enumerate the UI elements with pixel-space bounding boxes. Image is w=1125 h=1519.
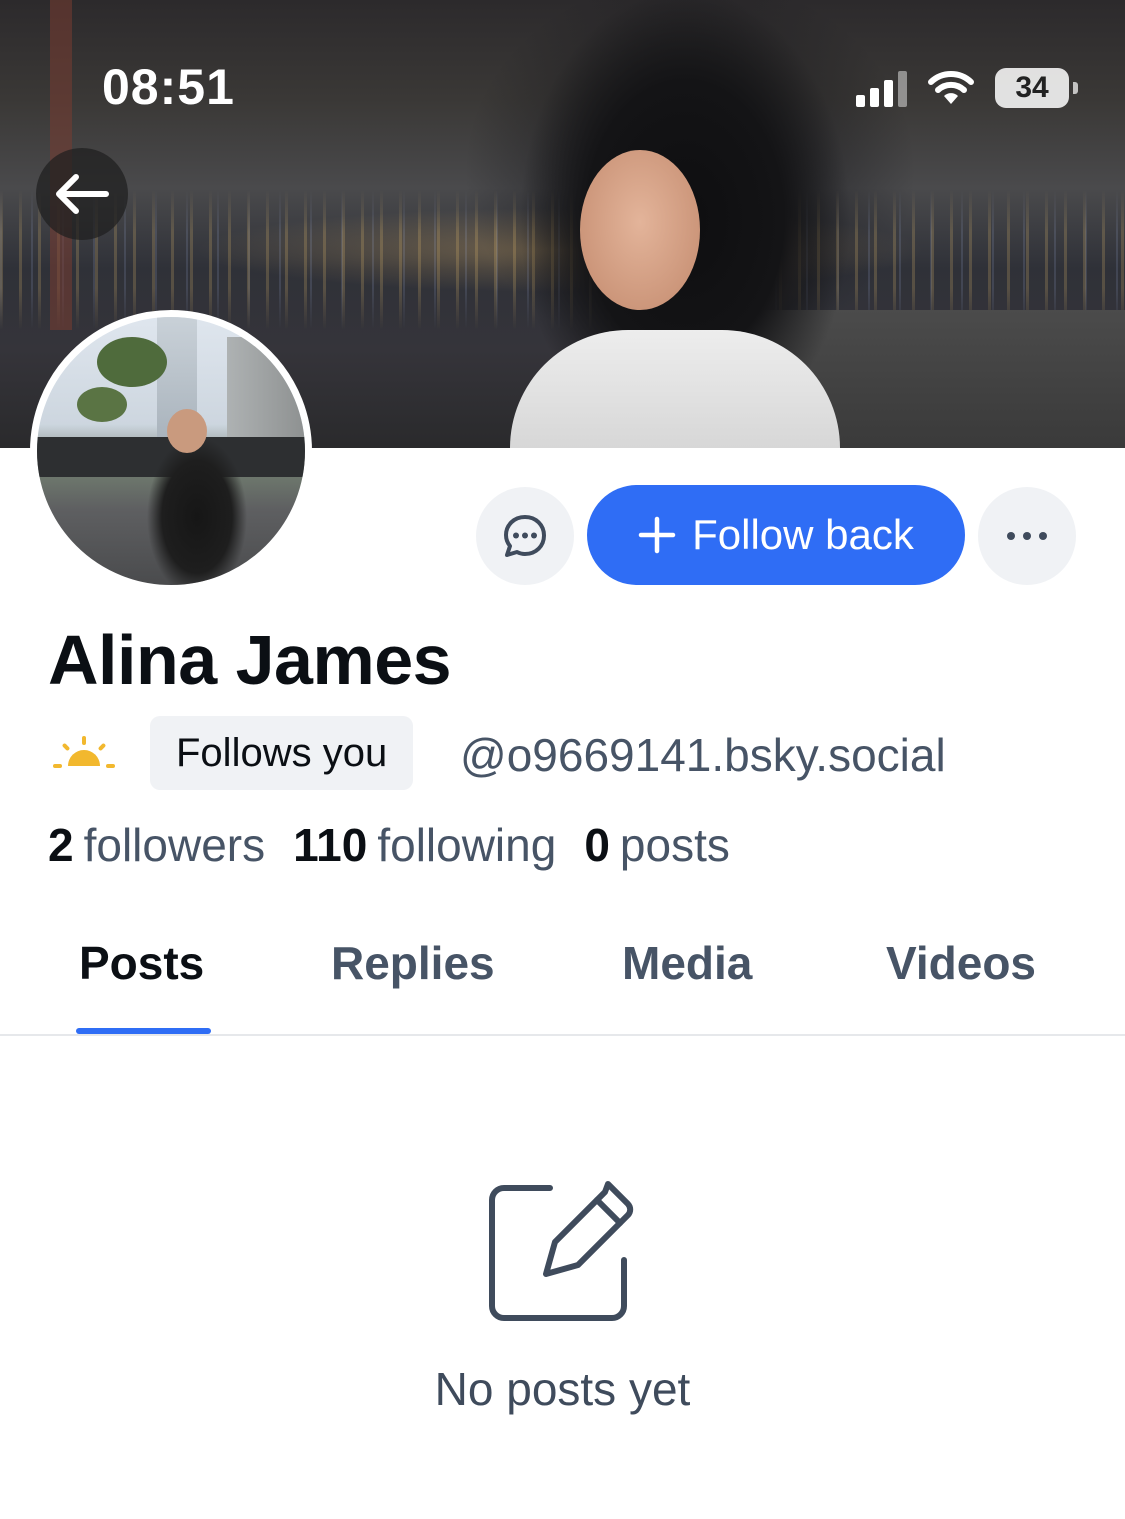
posts-stat: 0 posts bbox=[584, 818, 730, 872]
plus-icon bbox=[638, 516, 676, 554]
posts-label: posts bbox=[619, 819, 730, 871]
followers-label: followers bbox=[83, 819, 266, 871]
compose-icon bbox=[489, 1181, 634, 1321]
follow-back-label: Follow back bbox=[692, 511, 914, 558]
back-button[interactable] bbox=[36, 148, 128, 240]
avatar-bg-palm bbox=[97, 337, 167, 387]
avatar-bg-palm bbox=[77, 387, 127, 422]
avatar-person-face bbox=[167, 409, 207, 453]
arrow-left-icon bbox=[56, 174, 109, 214]
following-count: 110 bbox=[293, 819, 368, 871]
follows-you-badge: Follows you bbox=[150, 716, 414, 790]
active-tab-indicator bbox=[76, 1028, 211, 1034]
wifi-icon bbox=[928, 71, 974, 104]
following-stat[interactable]: 110 following bbox=[293, 818, 556, 872]
followers-stat[interactable]: 2 followers bbox=[48, 818, 265, 872]
empty-state-text: No posts yet bbox=[434, 1363, 691, 1415]
banner-person-face bbox=[580, 150, 700, 310]
followers-count: 2 bbox=[48, 819, 74, 871]
profile-stats: 2 followers 110 following 0 posts bbox=[48, 818, 730, 872]
sun-icon bbox=[53, 736, 115, 768]
follow-back-button[interactable]: Follow back bbox=[587, 485, 965, 585]
tab-posts[interactable]: Posts bbox=[79, 930, 204, 1034]
profile-handle[interactable]: @o9669141.bsky.social bbox=[460, 728, 946, 782]
avatar[interactable] bbox=[30, 310, 312, 592]
more-horizontal-icon bbox=[1007, 532, 1047, 540]
battery-icon: 34 bbox=[995, 68, 1078, 108]
following-label: following bbox=[377, 819, 557, 871]
battery-level: 34 bbox=[1015, 71, 1049, 104]
message-button[interactable] bbox=[476, 487, 574, 585]
chat-bubble-icon bbox=[504, 515, 546, 557]
tab-media[interactable]: Media bbox=[622, 930, 752, 1034]
posts-count: 0 bbox=[584, 819, 610, 871]
profile-screen: 08:51 34 Follow back Alina James Follows… bbox=[0, 0, 1125, 1519]
follows-you-label: Follows you bbox=[176, 730, 388, 775]
profile-tabs: Posts Replies Media Videos bbox=[0, 930, 1125, 1036]
status-bar-time: 08:51 bbox=[102, 59, 235, 115]
tab-replies[interactable]: Replies bbox=[331, 930, 495, 1034]
display-name: Alina James bbox=[48, 621, 452, 699]
signal-icon bbox=[856, 69, 907, 107]
more-options-button[interactable] bbox=[978, 487, 1076, 585]
status-bar-icons: 34 bbox=[856, 64, 1078, 112]
tab-videos[interactable]: Videos bbox=[886, 930, 1036, 1034]
